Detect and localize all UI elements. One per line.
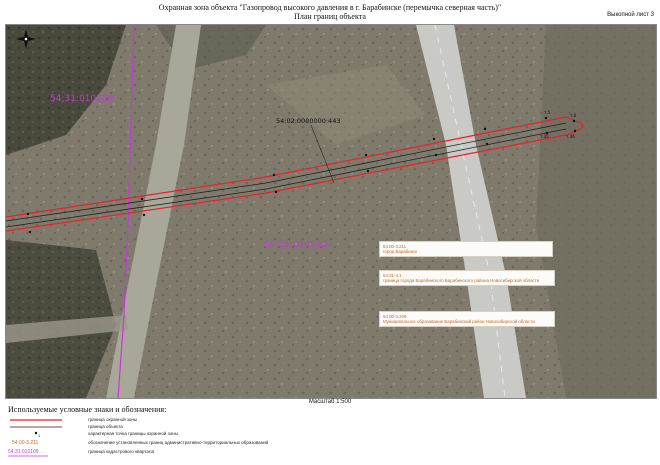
boundary-point — [432, 137, 436, 141]
map-sheet: Охранная зона объекта "Газопровод высоко… — [0, 0, 660, 465]
boundary-point — [485, 142, 489, 146]
parcel-label: 54:02:0000000:443 — [276, 117, 340, 125]
map-title: Охранная зона объекта "Газопровод высоко… — [158, 3, 502, 12]
boundary-point — [434, 153, 438, 157]
legend-title: Используемые условные знаки и обозначени… — [8, 405, 167, 414]
admin-info-box: 54:00-3.208 Муниципальное образование Ба… — [379, 311, 555, 327]
cadastral-quarter-label: 54:31:010109 — [50, 94, 114, 104]
aerial-map[interactable]: т.5 т.6 т.35 т.36 54:02:0000000:443 54:3… — [5, 24, 657, 399]
point-label: т.35 — [540, 134, 549, 139]
boundary-point — [572, 119, 576, 123]
map-subtitle: План границ объекта — [294, 12, 366, 21]
boundary-point — [26, 212, 30, 216]
boundary-point — [544, 116, 548, 120]
boundary-point — [366, 169, 370, 173]
boundary-point — [272, 173, 276, 177]
boundary-point — [28, 230, 32, 234]
boundary-point — [573, 129, 577, 133]
boundary-point — [142, 213, 146, 217]
boundary-point-icon — [34, 431, 38, 435]
boundary-point — [364, 153, 368, 157]
magenta-line-icon — [8, 455, 48, 457]
point-label: т.6 — [570, 113, 577, 118]
sheet-number: Выкопной лист 3 — [607, 12, 654, 18]
boundary-point — [140, 197, 144, 201]
admin-info-box: 54:31-4.1 граница города Барабинского Ба… — [379, 270, 555, 286]
point-label: т.5 — [544, 110, 551, 115]
boundary-point — [483, 127, 487, 131]
admin-info-box: 54:00-3.211 город Барабинск — [379, 241, 553, 257]
boundary-point — [274, 190, 278, 194]
point-label: т.36 — [566, 134, 575, 139]
cadastral-quarter-label: 54:31:010112 — [264, 240, 327, 250]
